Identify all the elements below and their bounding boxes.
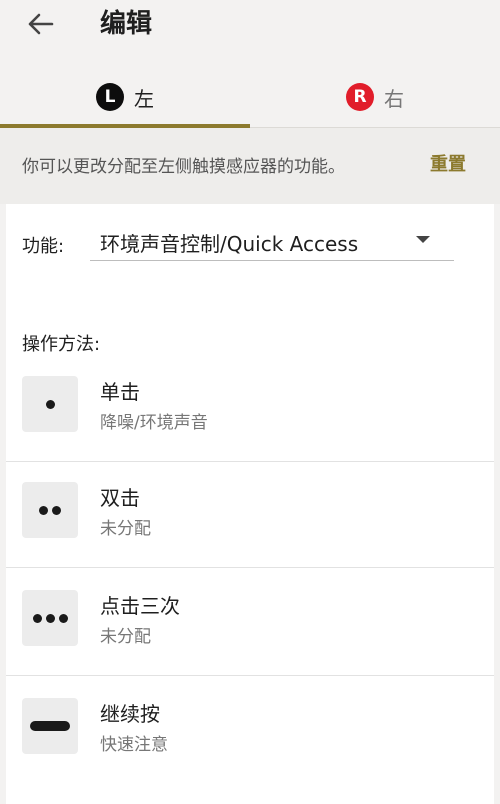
function-label: 功能:	[22, 236, 65, 257]
dropdown-arrow-icon	[416, 236, 430, 243]
operation-name: 点击三次	[100, 594, 180, 618]
description-text: 你可以更改分配至左侧触摸感应器的功能。	[22, 157, 345, 177]
reset-button[interactable]: 重置	[430, 150, 466, 176]
divider	[6, 567, 494, 568]
right-badge: R	[346, 83, 374, 111]
operation-single-tap[interactable]: 单击 降噪/环境声音	[6, 356, 494, 462]
operation-long-press[interactable]: 继续按 快速注意	[6, 678, 494, 784]
settings-card: 功能: 环境声音控制/Quick Access 操作方法: 单击 降噪/环境声音…	[6, 204, 494, 804]
operation-assignment: 未分配	[100, 519, 151, 539]
function-select-value: 环境声音控制/Quick Access	[100, 232, 359, 256]
operation-assignment: 未分配	[100, 627, 151, 647]
operation-assignment: 快速注意	[100, 735, 168, 755]
tab-left[interactable]: L 左	[0, 66, 250, 128]
tab-right-label: 右	[384, 86, 404, 111]
tab-right[interactable]: R 右	[250, 66, 500, 128]
back-button[interactable]	[24, 10, 56, 38]
long-press-icon	[22, 698, 78, 754]
arrow-left-icon	[28, 13, 54, 35]
operation-name: 单击	[100, 380, 140, 404]
page-title: 编辑	[100, 9, 153, 39]
divider	[6, 675, 494, 676]
operation-assignment: 降噪/环境声音	[100, 413, 208, 433]
tab-left-label: 左	[134, 86, 154, 111]
function-select[interactable]: 环境声音控制/Quick Access	[90, 224, 454, 261]
operation-triple-tap[interactable]: 点击三次 未分配	[6, 570, 494, 676]
operations-title: 操作方法:	[22, 334, 101, 355]
operation-name: 双击	[100, 486, 140, 510]
app-header: 编辑	[0, 0, 500, 66]
tab-bar: L 左 R 右	[0, 66, 500, 128]
operation-double-tap[interactable]: 双击 未分配	[6, 462, 494, 568]
triple-tap-icon	[22, 590, 78, 646]
single-tap-icon	[22, 376, 78, 432]
operation-name: 继续按	[100, 702, 160, 726]
left-badge: L	[96, 83, 124, 111]
double-tap-icon	[22, 482, 78, 538]
description-row: 你可以更改分配至左侧触摸感应器的功能。 重置	[0, 128, 500, 204]
